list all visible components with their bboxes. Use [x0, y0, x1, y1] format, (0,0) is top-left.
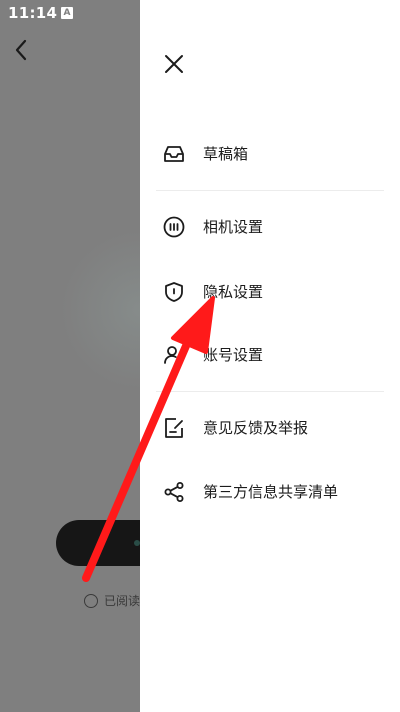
shield-icon — [162, 280, 186, 304]
status-bar: 11:14 A — [0, 0, 140, 28]
menu-item-camera-settings[interactable]: 相机设置 — [140, 203, 400, 251]
radio-icon — [84, 593, 98, 608]
close-icon — [165, 55, 183, 73]
feedback-icon — [162, 416, 186, 440]
account-icon — [162, 343, 186, 367]
notification-icon: A — [61, 7, 73, 19]
close-button[interactable] — [162, 52, 186, 76]
side-drawer: 草稿箱 相机设置 隐私设置 账号设置 意见反馈及举报 第三方信息共享清单 — [140, 0, 400, 712]
menu-item-label: 意见反馈及举报 — [203, 419, 309, 437]
menu-item-label: 草稿箱 — [203, 145, 249, 163]
menu-item-label: 第三方信息共享清单 — [203, 483, 339, 501]
menu-item-label: 相机设置 — [203, 218, 264, 236]
inbox-icon — [162, 142, 186, 166]
divider — [156, 391, 384, 392]
share-icon — [162, 480, 186, 504]
menu-item-feedback[interactable]: 意见反馈及举报 — [140, 404, 400, 452]
camera-settings-icon — [162, 215, 186, 239]
menu-item-label: 账号设置 — [203, 346, 264, 364]
screen: 11:14 A 已阅读 草稿箱 相机设置 隐私设置 账号设置 意见反馈及举报 第… — [0, 0, 400, 712]
menu-item-label: 隐私设置 — [203, 283, 264, 301]
back-arrow-icon[interactable] — [8, 36, 36, 64]
status-time: 11:14 — [8, 4, 58, 22]
divider — [156, 190, 384, 191]
menu-item-privacy-settings[interactable]: 隐私设置 — [140, 268, 400, 316]
agreement-checkbox[interactable]: 已阅读 — [84, 592, 140, 610]
menu-item-account-settings[interactable]: 账号设置 — [140, 331, 400, 379]
agreement-text: 已阅读 — [104, 594, 141, 608]
menu-item-drafts[interactable]: 草稿箱 — [140, 130, 400, 178]
menu-item-third-party-sharing[interactable]: 第三方信息共享清单 — [140, 468, 400, 516]
